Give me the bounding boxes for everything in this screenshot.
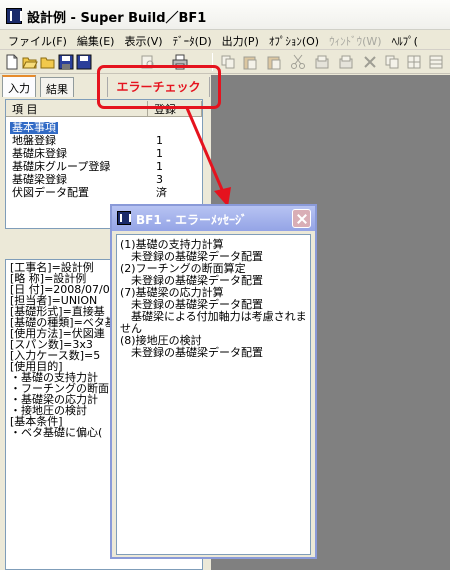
list-item-count: 1 — [156, 147, 163, 160]
list-item-count: 3 — [156, 173, 163, 186]
open-folder-icon[interactable] — [22, 54, 38, 70]
save-as-icon[interactable] — [76, 54, 92, 70]
folder-icon[interactable] — [40, 54, 56, 70]
list-item-name: 基礎床グループ登録 — [12, 160, 111, 173]
list-item-count: 1 — [156, 160, 163, 173]
list-item-name: 地盤登録 — [12, 134, 56, 147]
grid-icon[interactable] — [406, 54, 422, 70]
cut-icon[interactable] — [290, 54, 306, 70]
dialog-message-area[interactable]: (1)基礎の支持力計算 未登録の基礎梁データ配置 (2)フーチングの断面算定 未… — [116, 234, 311, 555]
list-item-name: 基礎梁登録 — [12, 173, 67, 186]
message-line: 未登録の基礎梁データ配置 — [120, 346, 263, 359]
info-line: ・ベタ基礎に偏心( — [10, 426, 103, 439]
window-title: 設計例 - Super Build／BF1 — [27, 11, 207, 26]
list-item[interactable]: 基礎梁登録 3 — [6, 174, 202, 186]
list-item-name: 基本事項 — [10, 121, 58, 134]
menu-help[interactable]: ﾍﾙﾌﾟ( — [388, 30, 424, 49]
menu-file[interactable]: ファイル(F) — [4, 30, 73, 49]
paste-icon[interactable] — [242, 54, 258, 70]
tab-result[interactable]: 結果 — [40, 77, 74, 97]
list-item-name: 伏図データ配置 — [12, 186, 89, 199]
duplicate-icon[interactable] — [384, 54, 400, 70]
close-icon[interactable] — [292, 209, 311, 228]
menu-view[interactable]: 表示(V) — [120, 30, 168, 49]
paste-special-icon[interactable] — [266, 54, 282, 70]
layers-icon[interactable] — [338, 54, 354, 70]
list-item[interactable]: 基礎床グループ登録 1 — [6, 161, 202, 173]
delete-icon[interactable] — [362, 54, 378, 70]
app-icon — [117, 211, 131, 225]
list-item-name: 基礎床登録 — [12, 147, 67, 160]
save-icon[interactable] — [58, 54, 74, 70]
toolbar — [0, 50, 450, 74]
dialog-title-bar[interactable]: BF1 - エラーﾒｯｾｰｼﾞ — [112, 206, 315, 231]
menu-window[interactable]: ｳｨﾝﾄﾞｳ(W) — [325, 30, 387, 49]
list-item[interactable]: 基本事項 — [6, 122, 202, 134]
menu-data[interactable]: ﾃﾞｰﾀ(D) — [169, 30, 218, 49]
app-icon — [6, 8, 22, 24]
menu-option[interactable]: ｵﾌﾟｼｮﾝ(O) — [265, 30, 325, 49]
list-item-count: 済 — [156, 186, 167, 199]
menu-bar: ファイル(F) 編集(E) 表示(V) ﾃﾞｰﾀ(D) 出力(P) ｵﾌﾟｼｮﾝ… — [0, 30, 450, 50]
message-line: 基礎梁による付加軸力は考慮されま — [120, 310, 307, 323]
title-bar: 設計例 - Super Build／BF1 — [0, 0, 450, 30]
dialog-title: BF1 - エラーﾒｯｾｰｼﾞ — [136, 213, 248, 227]
menu-edit[interactable]: 編集(E) — [73, 30, 121, 49]
list-item[interactable]: 地盤登録 1 — [6, 135, 202, 147]
copy-icon[interactable] — [220, 54, 236, 70]
stack-icon[interactable] — [314, 54, 330, 70]
error-check-button[interactable]: エラーチェック — [107, 77, 210, 97]
menu-output[interactable]: 出力(P) — [218, 30, 265, 49]
list-item[interactable]: 基礎床登録 1 — [6, 148, 202, 160]
new-file-icon[interactable] — [4, 54, 20, 70]
error-message-dialog: BF1 - エラーﾒｯｾｰｼﾞ (1)基礎の支持力計算 未登録の基礎梁データ配置… — [110, 204, 317, 559]
list-item-count: 1 — [156, 134, 163, 147]
list-item[interactable]: 伏図データ配置 済 — [6, 187, 202, 199]
table-icon[interactable] — [428, 54, 444, 70]
tab-input[interactable]: 入力 — [2, 75, 36, 97]
